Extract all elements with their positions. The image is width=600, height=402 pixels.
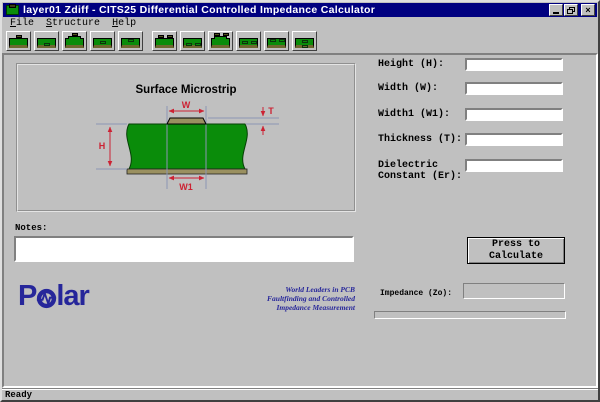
- thickness-input[interactable]: [465, 133, 563, 146]
- stripline-icon: [37, 38, 56, 48]
- height-input[interactable]: [465, 58, 563, 71]
- menubar: File Structure Help: [2, 17, 598, 30]
- minimize-icon: [553, 12, 559, 14]
- calculate-button[interactable]: Press to Calculate: [467, 237, 565, 264]
- form-row-dielectric: Dielectric Constant (Er):: [378, 159, 563, 182]
- progress-bar: [374, 311, 566, 319]
- dielectric-constant-label: Dielectric Constant (Er):: [378, 159, 465, 182]
- dim-h-label: H: [99, 141, 106, 151]
- dielectric-constant-input[interactable]: [465, 159, 563, 172]
- width1-label: Width1 (W1):: [378, 108, 465, 120]
- polar-logo: P lar: [18, 280, 89, 313]
- toolbar-button-stripline[interactable]: [34, 31, 59, 51]
- toolbar-button-diff-surface-microstrip[interactable]: [152, 31, 177, 51]
- impedance-label: Impedance (Zo):: [380, 289, 452, 298]
- notes-input[interactable]: [14, 236, 354, 262]
- form-row-thickness: Thickness (T):: [378, 133, 563, 146]
- restore-button[interactable]: [564, 4, 578, 16]
- app-icon[interactable]: [6, 5, 19, 15]
- embedded-microstrip-icon: [93, 38, 112, 48]
- width1-input[interactable]: [465, 108, 563, 121]
- toolbar-button-coated-microstrip[interactable]: [62, 31, 87, 51]
- status-text: Ready: [5, 390, 32, 400]
- height-label: Height (H):: [378, 58, 465, 70]
- toolbar-button-diff-stripline[interactable]: [180, 31, 205, 51]
- window-title: layer01 Zdiff - CITS25 Differential Cont…: [23, 4, 548, 16]
- menu-item-structure[interactable]: Structure: [46, 18, 100, 29]
- broadside-coupled-stripline-icon: [295, 38, 314, 48]
- polar-logo-o-waveform-icon: [36, 288, 57, 309]
- thickness-label: Thickness (T):: [378, 133, 465, 145]
- form-row-height: Height (H):: [378, 58, 563, 71]
- restore-icon: [567, 7, 575, 14]
- cross-section-diagram: W T H W1: [17, 64, 357, 213]
- offset-stripline-icon: [121, 38, 140, 48]
- toolbar-button-diff-offset-stripline[interactable]: [264, 31, 289, 51]
- application-window: layer01 Zdiff - CITS25 Differential Cont…: [0, 0, 600, 402]
- toolbar-button-broadside-coupled-stripline[interactable]: [292, 31, 317, 51]
- toolbar-button-embedded-microstrip[interactable]: [90, 31, 115, 51]
- signal-trace: [167, 118, 206, 124]
- toolbar-button-offset-stripline[interactable]: [118, 31, 143, 51]
- status-bar: Ready: [2, 388, 598, 400]
- diff-offset-stripline-icon: [267, 38, 286, 48]
- form-row-width: Width (W):: [378, 82, 563, 95]
- form-row-width1: Width1 (W1):: [378, 108, 563, 121]
- dim-w-label: W: [182, 100, 191, 110]
- diagram-panel: Surface Microstrip: [16, 63, 356, 212]
- substrate: [127, 124, 248, 169]
- width-input[interactable]: [465, 82, 563, 95]
- ground-plane: [127, 169, 247, 174]
- close-icon: ×: [585, 5, 590, 15]
- close-button[interactable]: ×: [581, 4, 595, 16]
- impedance-value-field: [463, 283, 565, 299]
- diff-embedded-microstrip-icon: [239, 38, 258, 48]
- dim-w1-label: W1: [179, 182, 193, 192]
- dim-t-label: T: [268, 106, 274, 116]
- slogan: World Leaders in PCB Faultfinding and Co…: [258, 285, 355, 312]
- width-label: Width (W):: [378, 82, 465, 94]
- diff-stripline-icon: [183, 38, 202, 48]
- coated-microstrip-icon: [65, 38, 84, 48]
- notes-label: Notes:: [15, 223, 47, 233]
- surface-microstrip-icon: [9, 38, 28, 48]
- diff-surface-microstrip-icon: [155, 38, 174, 48]
- toolbar-button-diff-coated-microstrip[interactable]: [208, 31, 233, 51]
- menu-item-file[interactable]: File: [10, 18, 34, 29]
- toolbar: [2, 30, 598, 53]
- minimize-button[interactable]: [549, 4, 563, 16]
- toolbar-button-surface-microstrip[interactable]: [6, 31, 31, 51]
- toolbar-button-diff-embedded-microstrip[interactable]: [236, 31, 261, 51]
- titlebar: layer01 Zdiff - CITS25 Differential Cont…: [3, 3, 597, 17]
- menu-item-help[interactable]: Help: [112, 18, 136, 29]
- diff-coated-microstrip-icon: [211, 38, 230, 48]
- client-area: Surface Microstrip: [2, 53, 598, 388]
